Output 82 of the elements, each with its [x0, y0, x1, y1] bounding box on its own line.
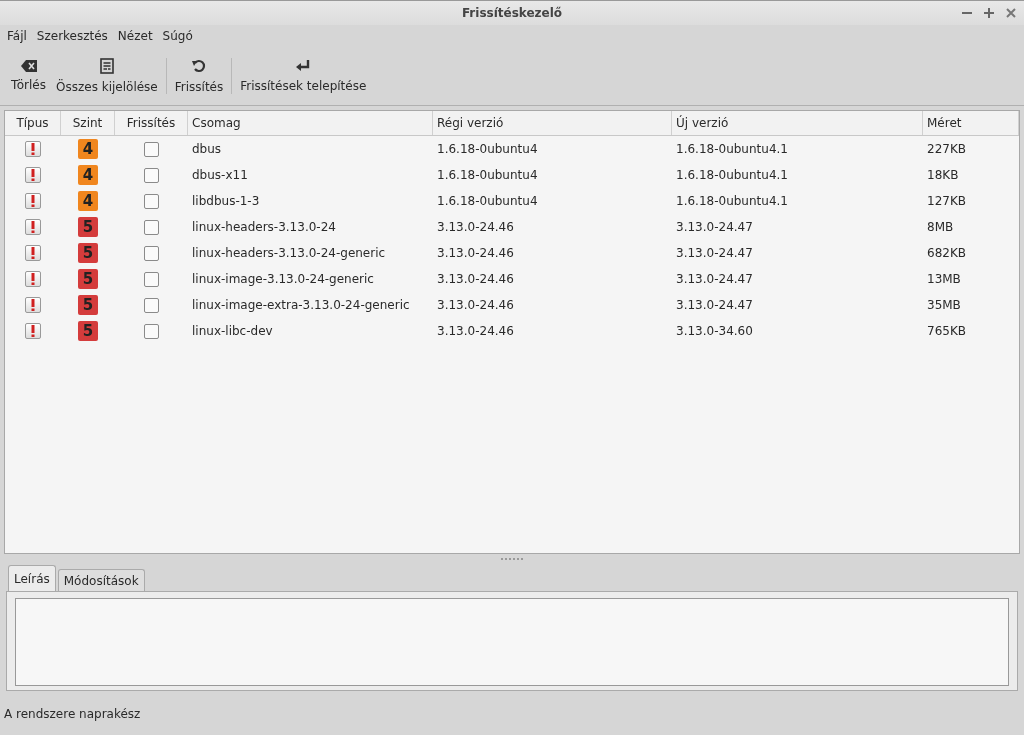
refresh-icon [191, 58, 207, 74]
table-cell: 1.6.18-0ubuntu4 [437, 142, 538, 156]
table-cell: 3.13.0-24.47 [676, 246, 753, 260]
column-header[interactable]: Csomag [188, 111, 433, 135]
window-title: Frissítéskezelő [461, 6, 563, 20]
level-badge: 5 [78, 295, 98, 315]
level-badge: 5 [78, 217, 98, 237]
table-cell: linux-headers-3.13.0-24 [192, 220, 336, 234]
warning-icon [25, 193, 41, 209]
menu-item[interactable]: Súgó [157, 29, 198, 43]
table-cell: 3.13.0-24.46 [437, 220, 514, 234]
toolbar-button[interactable]: Frissítés [169, 50, 229, 102]
maximize-icon[interactable] [984, 8, 994, 18]
splitter-handle[interactable] [501, 558, 523, 563]
close-icon[interactable] [1006, 8, 1016, 18]
backspace-icon [20, 60, 37, 72]
column-header[interactable]: Szint [61, 111, 115, 135]
table-cell: 1.6.18-0ubuntu4.1 [676, 168, 788, 182]
warning-icon [25, 297, 41, 313]
tab[interactable]: Módosítások [57, 569, 145, 591]
table-cell: 3.13.0-34.60 [676, 324, 753, 338]
column-header[interactable]: Frissítés [115, 111, 188, 135]
table-cell: 1.6.18-0ubuntu4.1 [676, 194, 788, 208]
status-text: A rendszere naprakész [3, 706, 142, 721]
column-header[interactable]: Méret [923, 111, 1019, 135]
level-badge: 4 [78, 191, 98, 211]
warning-icon [25, 141, 41, 157]
table-cell: 682KB [927, 246, 966, 260]
column-header[interactable]: Új verzió [672, 111, 923, 135]
enter-arrow-icon [295, 59, 312, 73]
level-badge: 5 [78, 321, 98, 341]
warning-icon [25, 323, 41, 339]
table-cell: 3.13.0-24.46 [437, 298, 514, 312]
toolbar-button[interactable]: Törlés [6, 50, 51, 102]
toolbar-button[interactable]: Összes kijelölése [51, 50, 163, 102]
checkbox[interactable] [144, 141, 159, 157]
warning-icon [25, 245, 41, 261]
warning-icon [25, 271, 41, 287]
table-cell: 1.6.18-0ubuntu4 [437, 168, 538, 182]
level-badge: 5 [78, 243, 98, 263]
table-cell: 3.13.0-24.47 [676, 298, 753, 312]
warning-icon [25, 219, 41, 235]
checkbox[interactable] [144, 193, 159, 209]
table-cell: 1.6.18-0ubuntu4 [437, 194, 538, 208]
toolbar-button[interactable]: Frissítések telepítése [235, 50, 372, 102]
table-cell: linux-image-extra-3.13.0-24-generic [192, 298, 410, 312]
checkbox[interactable] [144, 271, 159, 287]
checkbox[interactable] [144, 297, 159, 313]
table-cell: 3.13.0-24.46 [437, 324, 514, 338]
document-icon [99, 58, 114, 74]
table-cell: 127KB [927, 194, 966, 208]
menu-item[interactable]: Szerkesztés [31, 29, 113, 43]
table-cell: 3.13.0-24.46 [437, 272, 514, 286]
table-cell: 1.6.18-0ubuntu4.1 [676, 142, 788, 156]
table-cell: 13MB [927, 272, 961, 286]
tab[interactable]: Leírás [8, 565, 56, 591]
table-cell: 3.13.0-24.47 [676, 220, 753, 234]
level-badge: 5 [78, 269, 98, 289]
table-cell: 35MB [927, 298, 961, 312]
table-cell: libdbus-1-3 [192, 194, 260, 208]
table-cell: 8MB [927, 220, 954, 234]
column-header[interactable]: Típus [5, 111, 61, 135]
table-cell: linux-headers-3.13.0-24-generic [192, 246, 386, 260]
level-badge: 4 [78, 165, 98, 185]
warning-icon [25, 167, 41, 183]
menu-item[interactable]: Nézet [112, 29, 158, 43]
table-cell: 3.13.0-24.47 [676, 272, 753, 286]
table-cell: linux-image-3.13.0-24-generic [192, 272, 374, 286]
table-cell: dbus-x11 [192, 168, 248, 182]
level-badge: 4 [78, 139, 98, 159]
table-cell: 765KB [927, 324, 966, 338]
table-cell: dbus [192, 142, 222, 156]
table-cell: 18KB [927, 168, 959, 182]
table-cell: 3.13.0-24.46 [437, 246, 514, 260]
menu-item[interactable]: Fájl [2, 29, 32, 43]
table-cell: 227KB [927, 142, 966, 156]
checkbox[interactable] [144, 323, 159, 339]
checkbox[interactable] [144, 167, 159, 183]
checkbox[interactable] [144, 245, 159, 261]
table-cell: linux-libc-dev [192, 324, 273, 338]
checkbox[interactable] [144, 219, 159, 235]
column-header[interactable]: Régi verzió [433, 111, 672, 135]
